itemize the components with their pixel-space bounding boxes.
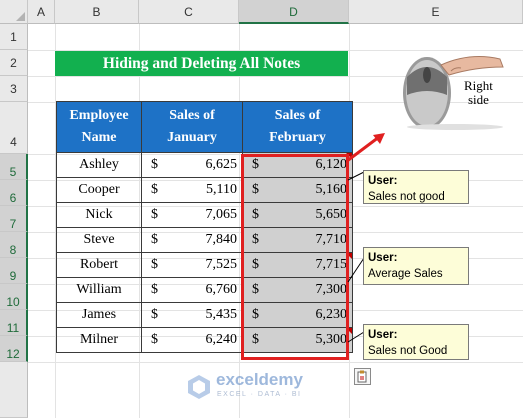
cell-value: 7,525 (205, 257, 238, 272)
note-text: Sales not Good (368, 345, 448, 357)
watermark-name: exceldemy (216, 370, 303, 389)
cell-sales-february[interactable]: $7,300 (242, 277, 353, 303)
paste-options-icon[interactable] (354, 368, 371, 385)
sheet-title[interactable]: Hiding and Deleting All Notes (55, 51, 348, 76)
red-arrow (346, 133, 385, 163)
column-header-e[interactable]: E (349, 0, 523, 24)
note-author: User: (368, 175, 398, 187)
spreadsheet[interactable]: A B C D E 1 2 3 4 5 6 7 8 9 10 11 12 Hid… (0, 0, 523, 418)
cell-sales-january[interactable]: $7,065 (141, 202, 243, 228)
cell-employee-name[interactable]: Nick (56, 202, 142, 228)
cell-employee-name[interactable]: William (56, 277, 142, 303)
table-row: Cooper $5,110 $5,160 (56, 177, 353, 203)
cell-sales-january[interactable]: $7,840 (141, 227, 243, 253)
column-header-c[interactable]: C (139, 0, 239, 24)
currency-symbol: $ (252, 282, 259, 297)
note-author: User: (368, 329, 398, 341)
table-row: Ashley $6,625 $6,120 (56, 152, 353, 178)
cell-sales-january[interactable]: $5,435 (141, 302, 243, 328)
cell-value: 5,435 (205, 307, 238, 322)
cell-value: 6,760 (205, 282, 238, 297)
cell-value: 6,240 (205, 332, 238, 347)
row-header-8[interactable]: 8 (0, 232, 28, 258)
sales-table: Employee Name Sales of January Sales of … (56, 101, 353, 353)
cell-sales-february[interactable]: $7,715 (242, 252, 353, 278)
row-header-3[interactable]: 3 (0, 76, 28, 102)
cell-sales-february[interactable]: $7,710 (242, 227, 353, 253)
mouse-right-click-icon (395, 37, 513, 131)
currency-symbol: $ (151, 307, 158, 322)
table-row: Robert $7,525 $7,715 (56, 252, 353, 278)
column-header-b[interactable]: B (55, 0, 139, 24)
currency-symbol: $ (151, 282, 158, 297)
note-robert[interactable]: User: Average Sales (363, 247, 469, 285)
cell-sales-january[interactable]: $6,760 (141, 277, 243, 303)
cell-sales-january[interactable]: $7,525 (141, 252, 243, 278)
cell-sales-january[interactable]: $6,625 (141, 152, 243, 178)
row-header-6[interactable]: 6 (0, 180, 28, 206)
row-header-2[interactable]: 2 (0, 50, 28, 76)
header-sales-february[interactable]: Sales of February (242, 101, 353, 153)
table-row: James $5,435 $6,230 (56, 302, 353, 328)
currency-symbol: $ (151, 257, 158, 272)
cell-sales-january[interactable]: $5,110 (141, 177, 243, 203)
currency-symbol: $ (151, 182, 158, 197)
row-header-11[interactable]: 11 (0, 310, 28, 336)
cell-employee-name[interactable]: Steve (56, 227, 142, 253)
column-header-d[interactable]: D (239, 0, 349, 24)
cell-employee-name[interactable]: Cooper (56, 177, 142, 203)
table-row: Steve $7,840 $7,710 (56, 227, 353, 253)
column-header-a[interactable]: A (28, 0, 55, 24)
cell-value: 7,840 (205, 232, 238, 247)
currency-symbol: $ (252, 232, 259, 247)
currency-symbol: $ (151, 232, 158, 247)
cell-sales-february[interactable]: $5,300 (242, 327, 353, 353)
exceldemy-logo-icon (188, 375, 210, 399)
row-header-13[interactable] (0, 362, 28, 418)
currency-symbol: $ (252, 207, 259, 222)
row-header-9[interactable]: 9 (0, 258, 28, 284)
cell-sales-february[interactable]: $6,230 (242, 302, 353, 328)
select-all-corner[interactable] (0, 0, 28, 24)
header-employee-name[interactable]: Employee Name (56, 101, 142, 153)
cell-employee-name[interactable]: Ashley (56, 152, 142, 178)
cell-sales-february[interactable]: $5,650 (242, 202, 353, 228)
note-text: Sales not good (368, 191, 445, 203)
exceldemy-watermark: exceldemy EXCEL · DATA · BI (186, 370, 326, 406)
cell-value: 7,065 (205, 207, 238, 222)
currency-symbol: $ (252, 332, 259, 347)
cell-sales-february[interactable]: $6,120 (242, 152, 353, 178)
row-header-5[interactable]: 5 (0, 154, 28, 180)
row-header-4[interactable]: 4 (0, 102, 28, 154)
currency-symbol: $ (151, 332, 158, 347)
currency-symbol: $ (151, 207, 158, 222)
mouse-label: Right side (464, 78, 493, 107)
cell-employee-name[interactable]: James (56, 302, 142, 328)
note-milner[interactable]: User: Sales not Good (363, 324, 469, 360)
cell-value: 5,110 (206, 182, 237, 197)
table-row: Milner $6,240 $5,300 (56, 327, 353, 353)
header-sales-january[interactable]: Sales of January (141, 101, 243, 153)
currency-symbol: $ (252, 257, 259, 272)
note-ashley[interactable]: User: Sales not good (363, 170, 469, 204)
table-row: William $6,760 $7,300 (56, 277, 353, 303)
cell-employee-name[interactable]: Milner (56, 327, 142, 353)
row-header-12[interactable]: 12 (0, 336, 28, 362)
table-row: Nick $7,065 $5,650 (56, 202, 353, 228)
row-header-10[interactable]: 10 (0, 284, 28, 310)
note-author: User: (368, 252, 398, 264)
currency-symbol: $ (151, 157, 158, 172)
currency-symbol: $ (252, 307, 259, 322)
row-header-7[interactable]: 7 (0, 206, 28, 232)
cell-sales-january[interactable]: $6,240 (141, 327, 243, 353)
cell-employee-name[interactable]: Robert (56, 252, 142, 278)
currency-symbol: $ (252, 182, 259, 197)
note-text: Average Sales (368, 268, 443, 280)
cell-sales-february[interactable]: $5,160 (242, 177, 353, 203)
row-header-1[interactable]: 1 (0, 24, 28, 50)
currency-symbol: $ (252, 157, 259, 172)
watermark-tagline: EXCEL · DATA · BI (217, 391, 302, 398)
cell-value: 6,625 (205, 157, 238, 172)
